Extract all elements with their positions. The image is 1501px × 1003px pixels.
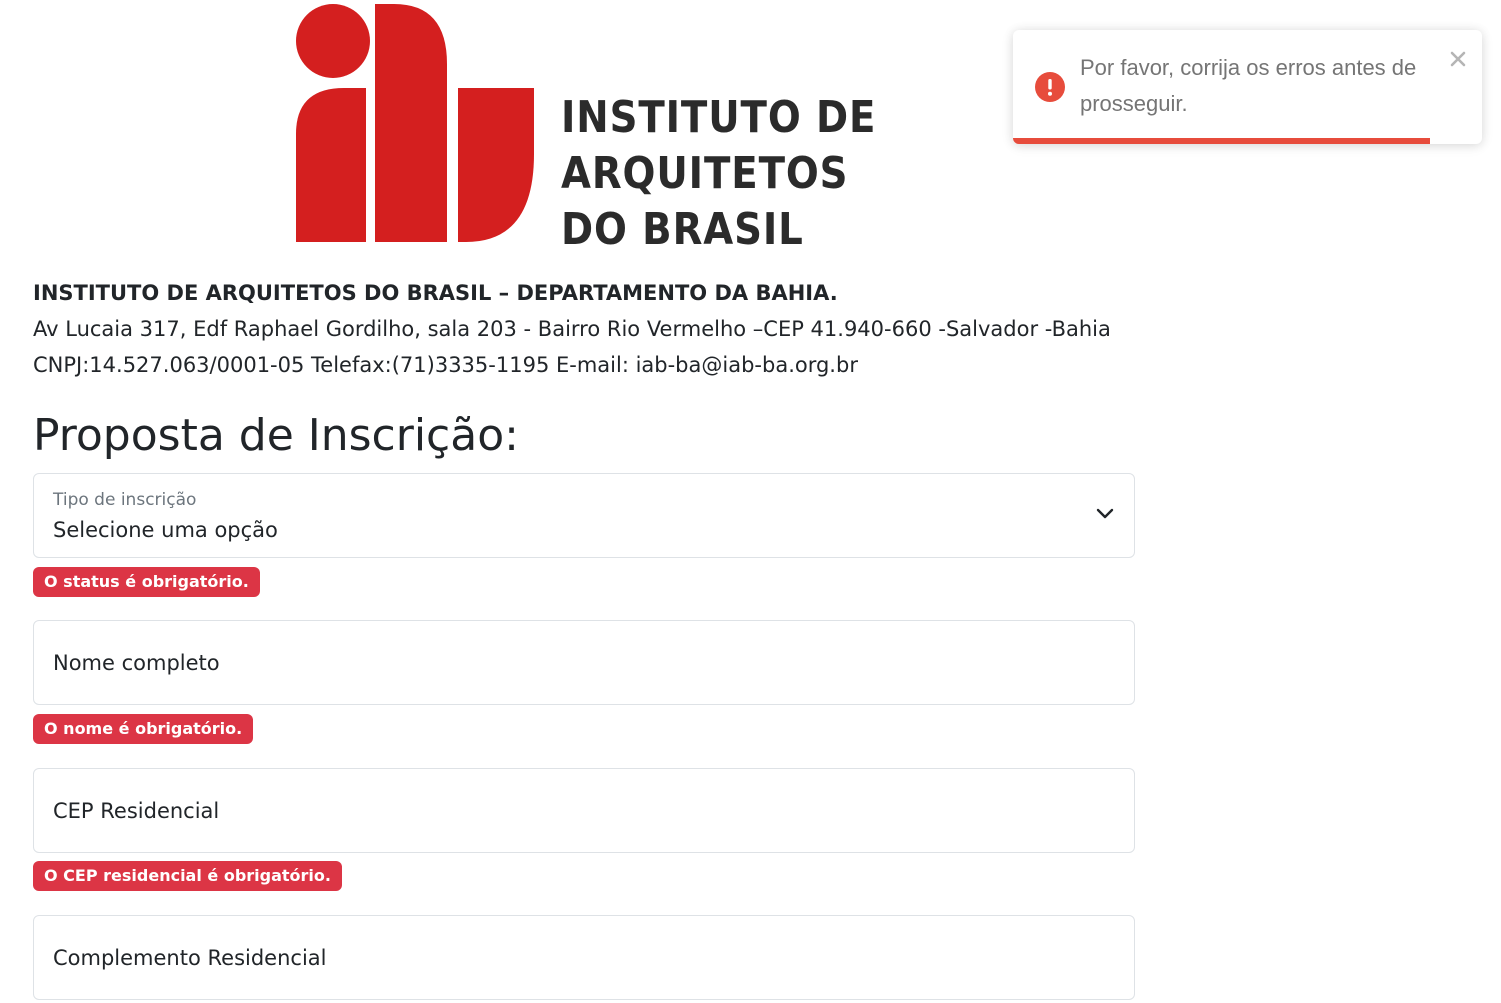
logo-wordmark: INSTITUTO DE ARQUITETOS DO BRASIL xyxy=(561,90,876,258)
close-icon[interactable] xyxy=(1447,48,1469,70)
nome-completo-placeholder: Nome completo xyxy=(53,650,220,675)
cep-residencial-input[interactable]: CEP Residencial xyxy=(33,768,1135,853)
org-info: INSTITUTO DE ARQUITETOS DO BRASIL – DEPA… xyxy=(33,275,1111,383)
nome-error-badge: O nome é obrigatório. xyxy=(33,714,254,744)
page: INSTITUTO DE ARQUITETOS DO BRASIL INSTIT… xyxy=(0,0,1501,1003)
org-title: INSTITUTO DE ARQUITETOS DO BRASIL – DEPA… xyxy=(33,281,838,305)
error-circle-icon xyxy=(1035,72,1065,102)
page-title: Proposta de Inscrição: xyxy=(33,410,519,461)
logo-line-1: INSTITUTO DE xyxy=(561,92,877,143)
error-toast: Por favor, corrija os erros antes de pro… xyxy=(1013,30,1482,144)
chevron-down-icon xyxy=(1096,508,1114,519)
tipo-inscricao-value: Selecione uma opção xyxy=(53,518,278,542)
toast-message: Por favor, corrija os erros antes de pro… xyxy=(1080,55,1417,116)
org-address: Av Lucaia 317, Edf Raphael Gordilho, sal… xyxy=(33,317,1111,341)
logo-line-3: DO BRASIL xyxy=(561,204,804,255)
toast-progress-bar xyxy=(1013,138,1431,144)
org-contact: CNPJ:14.527.063/0001-05 Telefax:(71)3335… xyxy=(33,353,858,377)
tipo-inscricao-label: Tipo de inscrição xyxy=(53,490,197,510)
cep-error-badge: O CEP residencial é obrigatório. xyxy=(33,861,342,891)
tipo-inscricao-select[interactable]: Tipo de inscrição Selecione uma opção xyxy=(33,473,1135,558)
iab-logo-mark xyxy=(296,4,534,242)
complemento-residencial-placeholder: Complemento Residencial xyxy=(53,945,327,970)
cep-residencial-placeholder: CEP Residencial xyxy=(53,798,220,823)
iab-logo: INSTITUTO DE ARQUITETOS DO BRASIL xyxy=(296,4,896,255)
nome-completo-input[interactable]: Nome completo xyxy=(33,620,1135,705)
logo-line-2: ARQUITETOS xyxy=(561,148,849,199)
complemento-residencial-input[interactable]: Complemento Residencial xyxy=(33,915,1135,1000)
tipo-inscricao-error-badge: O status é obrigatório. xyxy=(33,567,260,597)
